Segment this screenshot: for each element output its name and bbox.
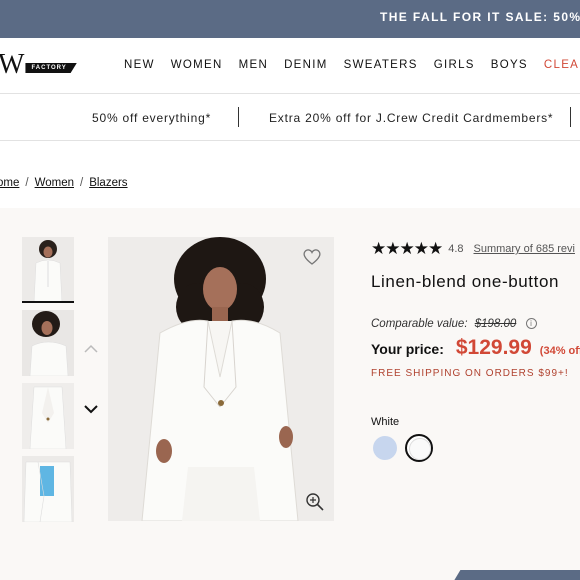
free-shipping-notice: FREE SHIPPING ON ORDERS $99+!	[371, 368, 569, 379]
main-navigation: W FACTORY NEW WOMEN MEN DENIM SWEATERS G…	[0, 38, 580, 94]
breadcrumb: ome / Women / Blazers	[0, 177, 128, 189]
nav-item-new[interactable]: NEW	[124, 59, 155, 71]
product-thumbnail[interactable]	[22, 310, 74, 376]
nav-item-girls[interactable]: GIRLS	[434, 59, 475, 71]
discount-percent: (34% off	[539, 345, 580, 357]
promo-strip: 50% off everything* Extra 20% off for J.…	[0, 95, 580, 141]
color-swatch-blue[interactable]	[373, 436, 397, 460]
sale-banner-text[interactable]: THE FALL FOR IT SALE: 50% OFF	[380, 10, 580, 24]
color-swatch-white[interactable]	[405, 434, 433, 462]
rating-value: 4.8	[448, 243, 464, 255]
heart-icon[interactable]	[302, 248, 322, 266]
model-in-white-blazer-image	[108, 237, 334, 521]
breadcrumb-blazers[interactable]: Blazers	[89, 177, 127, 189]
color-label: White	[371, 416, 400, 428]
rating-row: ★★★★★ 4.8 Summary of 685 revi	[371, 239, 575, 259]
promo-offer-everything[interactable]: 50% off everything*	[92, 111, 211, 125]
bottom-action-bar[interactable]	[452, 570, 580, 580]
promo-divider	[238, 107, 239, 127]
promo-offer-cardmembers[interactable]: Extra 20% off for J.Crew Credit Cardmemb…	[269, 111, 553, 125]
sale-price: $129.99	[455, 336, 532, 359]
nav-item-men[interactable]: MEN	[239, 59, 268, 71]
logo-factory-badge: FACTORY	[25, 63, 77, 73]
nav-menu: NEW WOMEN MEN DENIM SWEATERS GIRLS BOYS …	[124, 59, 580, 71]
logo-mark: W	[0, 49, 24, 80]
info-icon[interactable]: i	[525, 318, 537, 329]
model-side-image	[22, 310, 74, 376]
nav-item-sweaters[interactable]: SWEATERS	[344, 59, 418, 71]
price-label: Your price:	[371, 341, 444, 357]
product-thumbnail[interactable]	[22, 237, 74, 303]
comparable-value: Comparable value: $198.00 i	[371, 318, 537, 330]
price-row: Your price: $129.99 (34% off	[371, 336, 580, 360]
brand-logo[interactable]: W FACTORY	[0, 49, 77, 80]
nav-item-denim[interactable]: DENIM	[284, 59, 328, 71]
star-rating-icon: ★★★★★	[371, 239, 443, 258]
product-title: Linen-blend one-button	[371, 272, 560, 291]
nav-item-boys[interactable]: BOYS	[491, 59, 528, 71]
breadcrumb-home[interactable]: ome	[0, 177, 19, 189]
chevron-up-icon[interactable]	[84, 342, 98, 356]
chevron-down-icon[interactable]	[84, 402, 98, 416]
nav-item-women[interactable]: WOMEN	[171, 59, 223, 71]
model-front-image	[22, 237, 74, 301]
blazer-detail-image	[22, 383, 74, 449]
promo-divider	[570, 107, 571, 127]
product-thumbnail[interactable]	[22, 383, 74, 449]
zoom-in-icon[interactable]	[305, 492, 325, 512]
main-product-image[interactable]	[108, 237, 334, 521]
blazer-styled-image	[22, 456, 74, 522]
comparable-label: Comparable value:	[371, 318, 468, 330]
product-section	[0, 208, 580, 580]
nav-item-clearance[interactable]: CLEARANC	[544, 59, 580, 71]
comparable-price: $198.00	[474, 318, 517, 330]
sale-banner[interactable]: THE FALL FOR IT SALE: 50% OFF	[0, 0, 580, 38]
breadcrumb-women[interactable]: Women	[35, 177, 74, 189]
product-thumbnail[interactable]	[22, 456, 74, 522]
breadcrumb-separator: /	[25, 177, 29, 189]
breadcrumb-separator: /	[80, 177, 84, 189]
reviews-summary-link[interactable]: Summary of 685 revi	[474, 243, 575, 255]
